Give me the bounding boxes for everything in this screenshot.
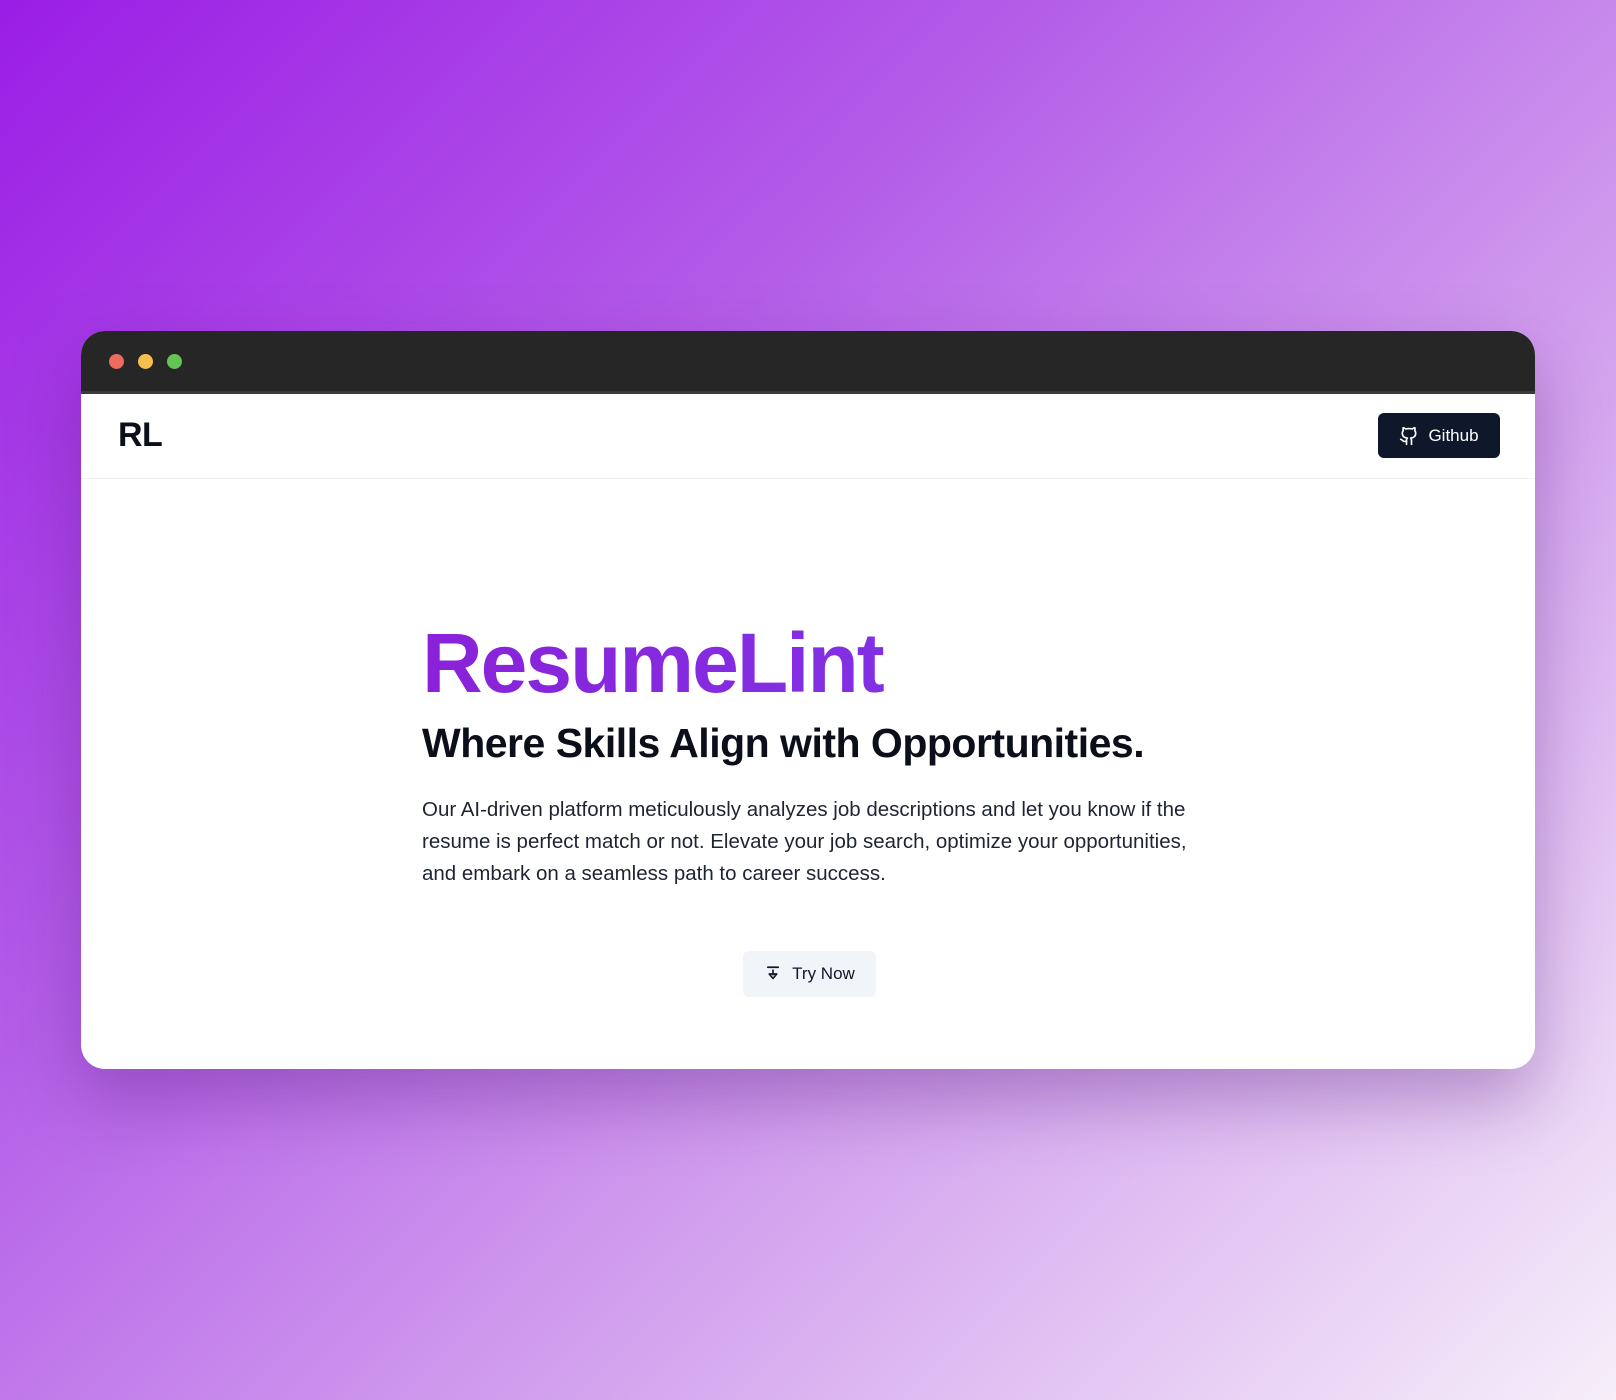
try-now-label: Try Now bbox=[792, 964, 855, 983]
navbar: RL Github bbox=[81, 394, 1535, 479]
github-button[interactable]: Github bbox=[1378, 413, 1500, 458]
maximize-window-button[interactable] bbox=[167, 354, 182, 369]
window-titlebar bbox=[81, 331, 1535, 394]
site-logo[interactable]: RL bbox=[118, 416, 163, 455]
brand-title: ResumeLint bbox=[422, 621, 1222, 705]
github-button-label: Github bbox=[1428, 425, 1479, 445]
close-window-button[interactable] bbox=[109, 354, 124, 369]
hero-description: Our AI-driven platform meticulously anal… bbox=[422, 798, 1187, 886]
arrow-down-to-line-icon bbox=[764, 965, 782, 983]
browser-window: RL Github ResumeLint Where Skills Align … bbox=[81, 331, 1535, 1069]
hero-tagline: Where Skills Align with Opportunities. bbox=[422, 720, 1145, 766]
minimize-window-button[interactable] bbox=[138, 354, 153, 369]
hero-section: ResumeLint Where Skills Align with Oppor… bbox=[422, 621, 1222, 890]
github-icon bbox=[1399, 426, 1419, 446]
try-now-button[interactable]: Try Now bbox=[743, 951, 876, 997]
